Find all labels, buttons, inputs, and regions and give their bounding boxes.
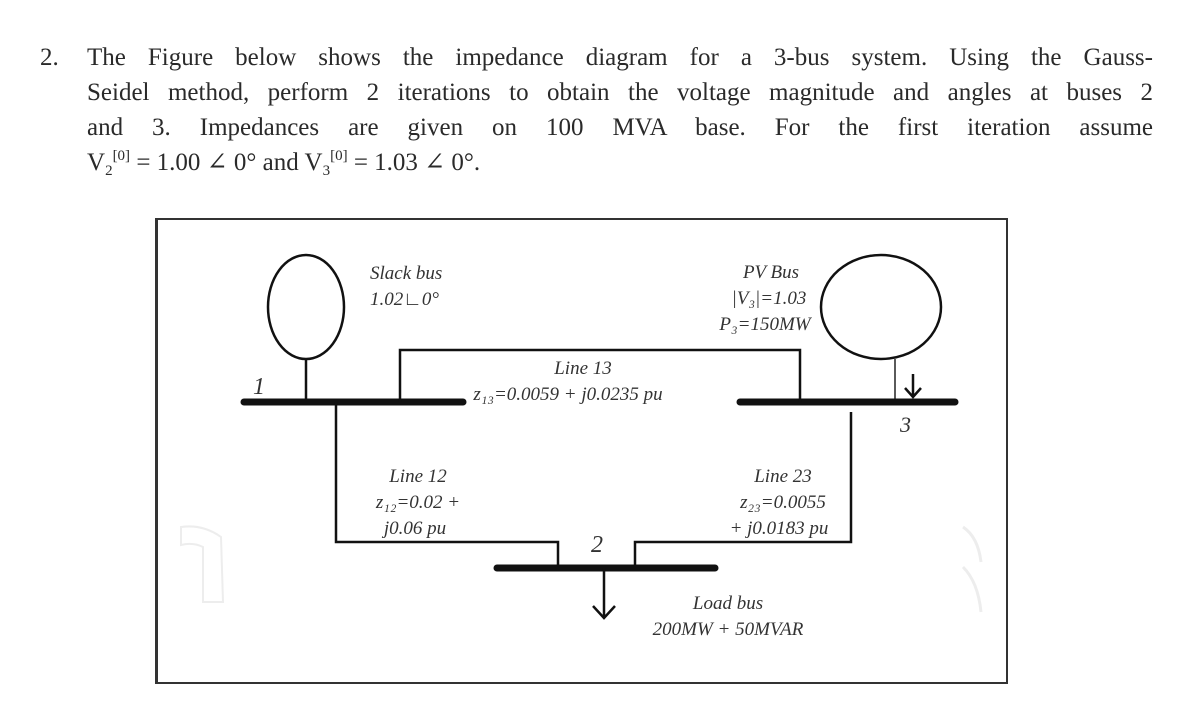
v2-subscript: 2: [105, 163, 113, 179]
pv-generator-icon: [819, 253, 943, 361]
line-12-title: Line 12: [388, 466, 447, 487]
v3-symbol: V: [304, 149, 323, 176]
question-line-1: The Figure below shows the impedance dia…: [87, 44, 1153, 71]
bus-1-number: 1: [253, 374, 265, 400]
pv-bus-power: P₃=150MW: [718, 314, 812, 335]
impedance-diagram-figure: Slack bus 1.02∟0° 1 PV Bus |V₃|=1.03 P₃=…: [155, 218, 1008, 684]
pv-bus-title: PV Bus: [742, 262, 799, 283]
v2-superscript: [0]: [112, 148, 131, 164]
line-13-impedance: z₁₃=0.0059 + j0.0235 pu: [472, 384, 662, 405]
pv-bus-voltage: |V₃|=1.03: [732, 288, 807, 309]
line-23-title: Line 23: [753, 466, 812, 487]
slack-bus-value: 1.02∟0°: [370, 289, 439, 310]
question-line-2: Seidel method, perform 2 iterations to o…: [87, 79, 1153, 106]
load-bus-value: 200MW + 50MVAR: [653, 619, 804, 640]
bus-2-number: 2: [591, 532, 603, 558]
question-number: 2.: [40, 44, 59, 71]
line-12-impedance-1: z₁₂=0.02 +: [375, 492, 460, 513]
watermark-left: [180, 525, 225, 603]
v3-superscript: [0]: [330, 148, 348, 164]
line-13-title: Line 13: [553, 358, 612, 379]
bus-3-load-arrow-icon: [904, 374, 922, 399]
impedance-diagram: Slack bus 1.02∟0° 1 PV Bus |V₃|=1.03 P₃=…: [180, 253, 983, 640]
line-12-impedance-2: j0.06 pu: [381, 518, 446, 539]
line-23-impedance-1: z₂₃=0.0055: [739, 492, 826, 513]
initial-conditions: V2[0] = 1.00 ∠ 0° and V3[0] = 1.03 ∠ 0°.: [87, 145, 480, 180]
v3-subscript: 3: [322, 163, 331, 179]
v2-value: = 1.00 ∠ 0° and: [130, 149, 305, 176]
v3-value: = 1.03 ∠ 0°.: [347, 149, 481, 176]
slack-generator-icon: [266, 253, 346, 361]
load-bus-title: Load bus: [692, 593, 763, 614]
bus-3-number: 3: [899, 412, 911, 437]
line-23-impedance-2: + j0.0183 pu: [730, 518, 829, 539]
slack-bus-title: Slack bus: [370, 263, 442, 284]
question-line-3: and 3. Impedances are given on 100 MVA b…: [87, 114, 1153, 141]
watermark-right: [961, 525, 983, 613]
load-arrow-icon: [592, 568, 616, 620]
v2-symbol: V: [87, 149, 106, 176]
line-23: [633, 412, 853, 568]
line-12: [334, 402, 560, 568]
